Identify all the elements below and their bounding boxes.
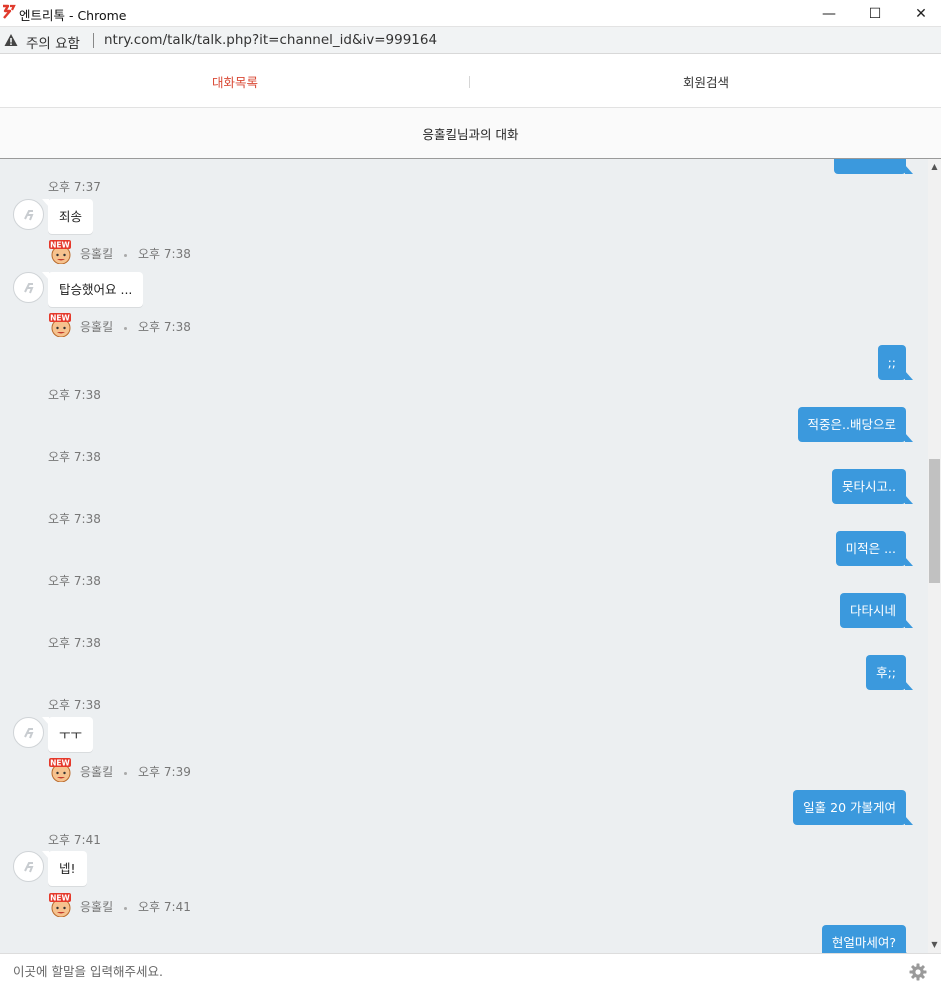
svg-text:NEW: NEW	[50, 241, 70, 250]
new-badge-icon: NEW	[49, 758, 71, 782]
scroll-down-arrow-icon[interactable]: ▼	[930, 940, 939, 949]
warning-triangle-icon[interactable]	[4, 33, 18, 47]
default-avatar-icon[interactable]	[13, 272, 44, 303]
outgoing-message: 현얼마세여?	[821, 925, 914, 953]
outgoing-message: 후;;	[866, 655, 913, 690]
window-titlebar: 엔트리톡 - Chrome — ☐ ✕	[0, 0, 941, 27]
tab-divider	[469, 76, 470, 88]
close-button[interactable]: ✕	[898, 0, 941, 27]
default-avatar-icon[interactable]	[13, 851, 44, 882]
incoming-message: 넵!	[42, 851, 87, 886]
address-separator	[93, 33, 94, 48]
svg-text:NEW: NEW	[50, 759, 70, 768]
message-time: 오후 7:38	[48, 388, 101, 402]
outgoing-message: 일홀 20 가볼게여	[793, 790, 913, 825]
entry-logo-icon	[3, 4, 16, 19]
new-badge-icon: NEW	[49, 313, 71, 337]
separator-dot	[124, 254, 127, 257]
window-title: 엔트리톡 - Chrome	[19, 8, 127, 23]
sender-time: 오후 7:38	[138, 247, 191, 261]
default-avatar-icon[interactable]	[13, 199, 44, 230]
separator-dot	[124, 907, 127, 910]
message-time: 오후 7:38	[48, 512, 101, 526]
chat-area[interactable]: 오후 7:37 죄송 NEW 응홀킬 오후 7:38 탑승했어요 ... NEW…	[0, 159, 928, 953]
sender-name[interactable]: 응홀킬	[80, 318, 113, 335]
sender-name[interactable]: 응홀킬	[80, 245, 113, 262]
separator-dot	[124, 327, 127, 330]
gear-icon[interactable]	[909, 963, 927, 981]
tab-bar: 대화목록 회원검색	[0, 55, 941, 108]
message-input[interactable]	[0, 954, 890, 989]
tab-conversation-list[interactable]: 대화목록	[0, 55, 470, 108]
incoming-message: 죄송	[41, 199, 94, 234]
security-label[interactable]: 주의 요함	[26, 32, 80, 52]
new-badge-icon: NEW	[49, 893, 71, 917]
chat-scrollbar[interactable]: ▲ ▼	[928, 159, 941, 953]
sender-name[interactable]: 응홀킬	[80, 763, 113, 780]
sender-name[interactable]: 응홀킬	[80, 898, 113, 915]
message-time: 오후 7:38	[48, 698, 101, 712]
scroll-up-arrow-icon[interactable]: ▲	[930, 162, 939, 171]
scrollbar-thumb[interactable]	[929, 459, 940, 583]
message-time: 오후 7:38	[48, 450, 101, 464]
sender-time: 오후 7:38	[138, 320, 191, 334]
url-text[interactable]: ntry.com/talk/talk.php?it=channel_id&iv=…	[104, 32, 437, 48]
outgoing-message: 미적은 ...	[835, 531, 914, 566]
tab-member-search[interactable]: 회원검색	[471, 55, 941, 108]
outgoing-message: 못타시고..	[832, 469, 913, 504]
message-input-bar	[0, 953, 941, 989]
outgoing-message: 적중은..배당으로	[797, 407, 914, 442]
minimize-button[interactable]: —	[806, 0, 852, 27]
address-bar[interactable]: 주의 요함 ntry.com/talk/talk.php?it=channel_…	[0, 27, 941, 54]
outgoing-message: ;;	[877, 345, 914, 380]
maximize-button[interactable]: ☐	[852, 0, 898, 27]
conversation-title: 응홀킬님과의 대화	[422, 126, 519, 142]
conversation-header: 응홀킬님과의 대화	[0, 108, 941, 159]
sender-time: 오후 7:41	[138, 900, 191, 914]
message-time: 오후 7:37	[48, 180, 101, 194]
message-time: 오후 7:38	[48, 636, 101, 650]
svg-text:NEW: NEW	[50, 894, 70, 903]
incoming-message: 탑승했어요 ...	[41, 272, 144, 307]
default-avatar-icon[interactable]	[13, 717, 44, 748]
sender-time: 오후 7:39	[138, 765, 191, 779]
message-time: 오후 7:41	[48, 833, 101, 847]
svg-text:NEW: NEW	[50, 314, 70, 323]
message-time: 오후 7:38	[48, 574, 101, 588]
new-badge-icon: NEW	[49, 240, 71, 264]
outgoing-message-partial	[834, 159, 913, 174]
outgoing-message: 다타시네	[839, 593, 914, 628]
separator-dot	[124, 772, 127, 775]
incoming-message: ㅜㅜ	[41, 717, 94, 752]
